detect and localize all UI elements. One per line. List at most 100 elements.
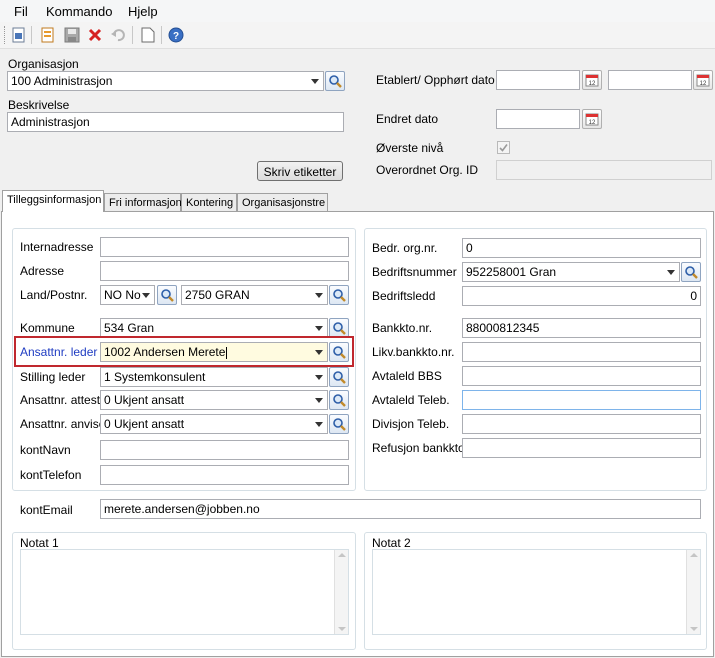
overste-checkbox[interactable] xyxy=(497,141,510,154)
kontnavn-input[interactable] xyxy=(100,440,349,460)
tab-organisasjonstre[interactable]: Organisasjonstre xyxy=(237,193,328,211)
refusjon-input[interactable] xyxy=(462,438,701,458)
divisjon-input[interactable] xyxy=(462,414,701,434)
avtaleld-teleb-input[interactable] xyxy=(462,390,701,410)
opphort-calendar-button[interactable]: 12 xyxy=(693,70,713,90)
attesta-label: Ansattnr. attesta xyxy=(20,393,107,407)
bedriftsnummer-label: Bedriftsnummer xyxy=(372,265,457,279)
notat1-textarea[interactable] xyxy=(20,549,349,635)
help-icon[interactable]: ? xyxy=(168,27,184,43)
tab-kontering[interactable]: Kontering xyxy=(181,193,237,211)
kommune-search-button[interactable] xyxy=(329,318,349,338)
scroll-down-icon[interactable] xyxy=(690,627,698,631)
beskrivelse-input[interactable]: Administrasjon xyxy=(7,112,344,132)
bedriftsnummer-combo[interactable]: 952258001 Gran xyxy=(462,262,680,282)
avtaleld-bbs-input[interactable] xyxy=(462,366,701,386)
toolbar: ? xyxy=(0,22,715,49)
toolbar-separator xyxy=(132,26,133,44)
toolbar-grip xyxy=(4,26,7,44)
notat1-scrollbar[interactable] xyxy=(334,550,348,634)
bankkto-input[interactable]: 88000812345 xyxy=(462,318,701,338)
search-icon xyxy=(685,266,698,279)
search-icon xyxy=(161,289,174,302)
chevron-down-icon xyxy=(315,326,323,331)
attesta-combo[interactable]: 0 Ukjent ansatt xyxy=(100,390,328,410)
postnr-search-button[interactable] xyxy=(329,285,349,305)
kontemail-input[interactable]: merete.andersen@jobben.no xyxy=(100,499,701,519)
properties-icon[interactable] xyxy=(11,27,27,43)
blank-page-icon[interactable] xyxy=(140,27,156,43)
avtaleld-teleb-label: Avtaleld Teleb. xyxy=(372,393,450,407)
svg-text:12: 12 xyxy=(589,120,596,126)
save-icon[interactable] xyxy=(64,27,80,43)
skriv-etiketter-button[interactable]: Skriv etiketter xyxy=(257,161,343,181)
etablert-date-input[interactable] xyxy=(496,70,580,90)
endret-label: Endret dato xyxy=(376,112,439,126)
konttelefon-label: kontTelefon xyxy=(20,468,82,482)
new-record-icon[interactable] xyxy=(40,27,56,43)
land-combo[interactable]: NO No xyxy=(100,285,155,305)
notat2-scrollbar[interactable] xyxy=(686,550,700,634)
organisasjon-combo[interactable]: 100 Administrasjon xyxy=(7,71,324,91)
svg-text:12: 12 xyxy=(589,81,596,87)
bedriftsledd-input[interactable]: 0 xyxy=(462,286,701,306)
notat1-label: Notat 1 xyxy=(20,536,59,550)
anvise-search-button[interactable] xyxy=(329,414,349,434)
opphort-date-input[interactable] xyxy=(608,70,692,90)
notat2-label: Notat 2 xyxy=(372,536,411,550)
adresse-input[interactable] xyxy=(100,261,349,281)
endret-date-input[interactable] xyxy=(496,109,580,129)
internadresse-input[interactable] xyxy=(100,237,349,257)
menu-bar: Fil Kommando Hjelp xyxy=(0,0,715,22)
overste-label: Øverste nivå xyxy=(376,141,444,155)
toolbar-separator xyxy=(161,26,162,44)
search-icon xyxy=(333,346,346,359)
toolbar-separator xyxy=(31,26,32,44)
menu-command[interactable]: Kommando xyxy=(46,4,112,19)
anvise-label: Ansattnr. anvise xyxy=(20,417,106,431)
chevron-down-icon xyxy=(315,293,323,298)
menu-file[interactable]: Fil xyxy=(14,4,28,19)
land-value: NO No xyxy=(104,288,141,302)
undo-icon[interactable] xyxy=(110,27,126,43)
search-icon xyxy=(333,371,346,384)
stilling-search-button[interactable] xyxy=(329,367,349,387)
land-search-button[interactable] xyxy=(157,285,177,305)
anvise-value: 0 Ukjent ansatt xyxy=(104,417,185,431)
ansattnr-leder-combo[interactable]: 1002 Andersen Merete xyxy=(100,342,328,362)
scroll-up-icon[interactable] xyxy=(338,553,346,557)
organisasjon-search-button[interactable] xyxy=(325,71,345,91)
tab-fri-informasjon[interactable]: Fri informasjon xyxy=(104,193,182,211)
chevron-down-icon xyxy=(311,79,319,84)
endret-calendar-button[interactable]: 12 xyxy=(582,109,602,129)
search-icon xyxy=(329,75,342,88)
kommune-combo[interactable]: 534 Gran xyxy=(100,318,328,338)
beskrivelse-label: Beskrivelse xyxy=(8,98,70,112)
delete-icon[interactable] xyxy=(87,27,103,43)
chevron-down-icon xyxy=(667,270,675,275)
bedriftsnummer-search-button[interactable] xyxy=(681,262,701,282)
scroll-down-icon[interactable] xyxy=(338,627,346,631)
kommune-value: 534 Gran xyxy=(104,321,155,335)
likv-input[interactable] xyxy=(462,342,701,362)
stilling-label: Stilling leder xyxy=(20,370,86,384)
postnr-value: 2750 GRAN xyxy=(185,288,250,302)
anvise-combo[interactable]: 0 Ukjent ansatt xyxy=(100,414,328,434)
notat2-textarea[interactable] xyxy=(372,549,701,635)
bedr-input[interactable]: 0 xyxy=(462,238,701,258)
konttelefon-input[interactable] xyxy=(100,465,349,485)
bedriftsnummer-value: 952258001 Gran xyxy=(466,265,557,279)
etablert-label: Etablert/ Opphørt dato xyxy=(376,73,495,87)
search-icon xyxy=(333,418,346,431)
menu-help[interactable]: Hjelp xyxy=(128,4,158,19)
etablert-calendar-button[interactable]: 12 xyxy=(582,70,602,90)
attesta-search-button[interactable] xyxy=(329,390,349,410)
stilling-combo[interactable]: 1 Systemkonsulent xyxy=(100,367,328,387)
kontemail-label: kontEmail xyxy=(20,503,73,517)
tab-tilleggsinformasjon[interactable]: Tilleggsinformasjon xyxy=(2,190,104,212)
avtaleld-bbs-label: Avtaleld BBS xyxy=(372,369,442,383)
adresse-label: Adresse xyxy=(20,264,65,278)
ansattnr-leder-search-button[interactable] xyxy=(329,342,349,362)
scroll-up-icon[interactable] xyxy=(690,553,698,557)
postnr-combo[interactable]: 2750 GRAN xyxy=(181,285,328,305)
